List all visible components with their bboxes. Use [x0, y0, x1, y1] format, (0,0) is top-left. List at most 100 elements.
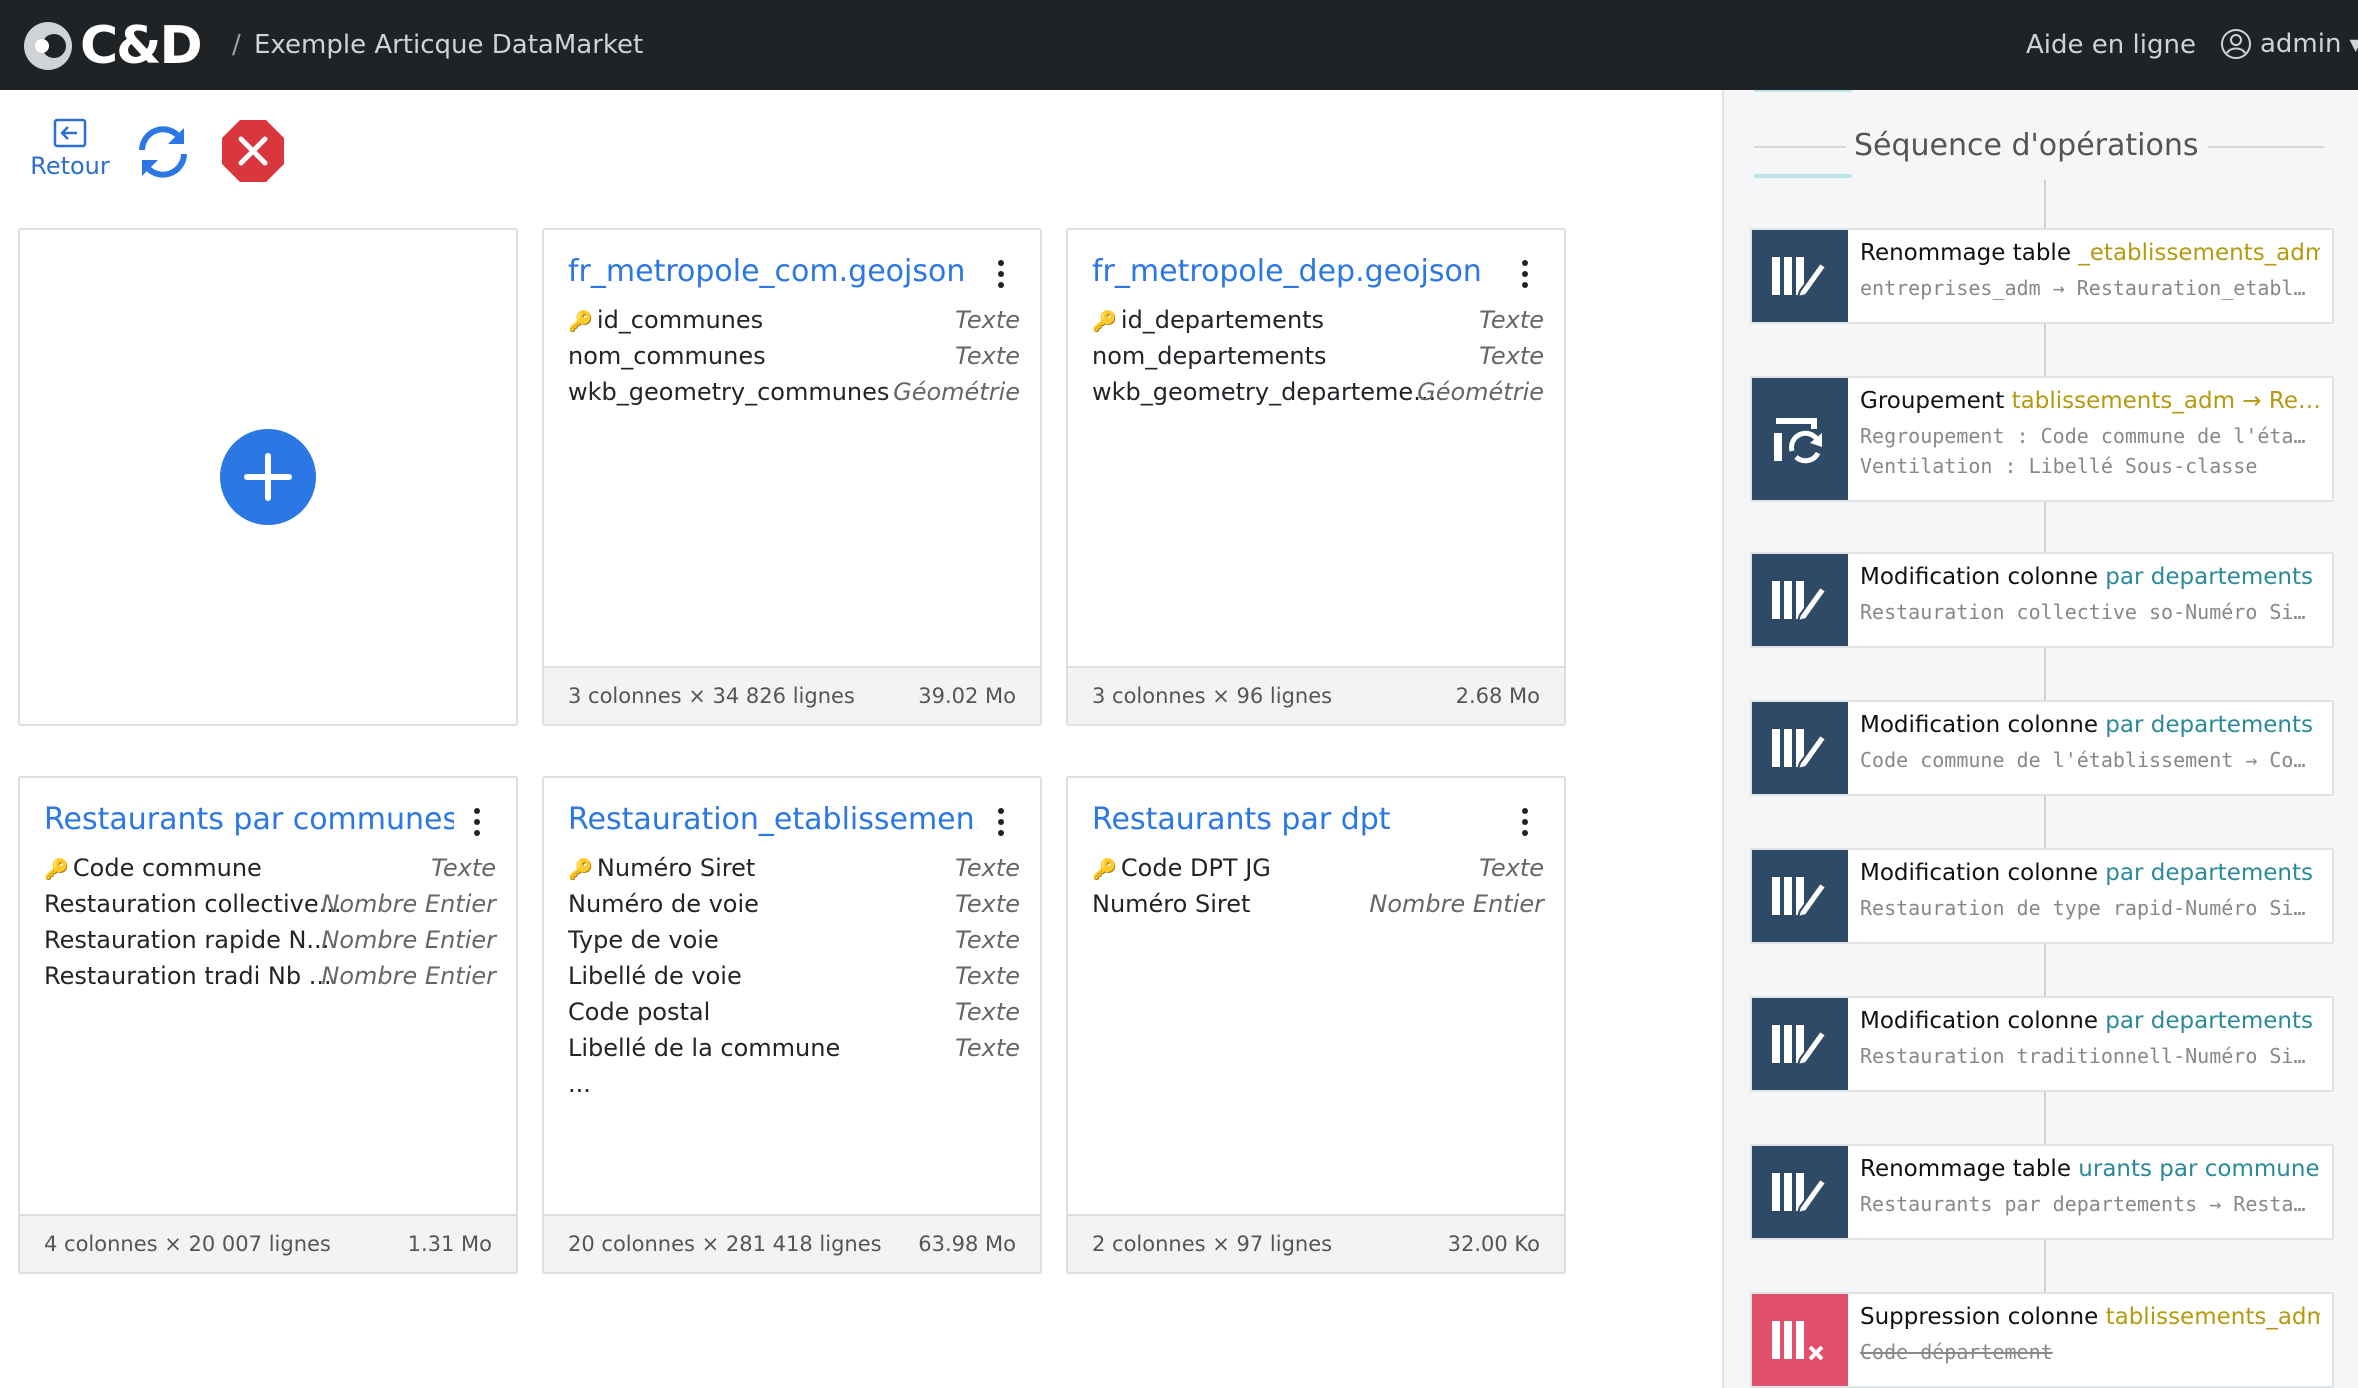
column-type: Texte — [955, 854, 1020, 882]
column-row: Libellé de la commune Texte — [568, 1034, 1020, 1070]
add-dataset-card[interactable] — [18, 228, 518, 726]
chevron-down-icon: ▼ — [2349, 34, 2358, 54]
operation-detail: Code département — [1860, 1340, 2053, 1364]
dataset-card[interactable]: fr_metropole_com.geojson 🔑 id_communes Tex… — [542, 228, 1042, 726]
operation-title: Suppression colonne — [1860, 1304, 2099, 1330]
operation-item[interactable]: Renommage table urants par communes Rest… — [1750, 1144, 2334, 1240]
operation-title: Modification colonne — [1860, 564, 2098, 590]
dataset-title[interactable]: Restaurants par communes — [44, 802, 454, 837]
operation-detail: Ventilation : Libellé Sous-classe — [1860, 454, 2258, 478]
column-list: 🔑 id_departements Texte nom_departements Te… — [1092, 306, 1544, 414]
column-row-more: ... — [568, 1070, 1020, 1106]
column-name: Code postal — [568, 998, 711, 1026]
dataset-title[interactable]: fr_metropole_com.geojson — [568, 254, 965, 289]
delete-column-icon — [1752, 1294, 1848, 1386]
column-name: ... — [568, 1070, 591, 1098]
column-name: Restauration tradi Nb ... — [44, 962, 332, 990]
dataset-card[interactable]: fr_metropole_dep.geojson 🔑 id_departement… — [1066, 228, 1566, 726]
column-type: Nombre Entier — [321, 926, 496, 954]
help-link[interactable]: Aide en ligne — [2026, 30, 2196, 60]
operation-item[interactable]: Suppression colonne tablissements_adm Co… — [1750, 1292, 2334, 1388]
panel-title: Séquence d'opérations — [1854, 128, 2199, 163]
operation-item[interactable]: Groupement tablissements_adm → Re… Regro… — [1750, 376, 2334, 502]
dataset-footer: 2 colonnes × 97 lignes 32.00 Ko — [1068, 1214, 1564, 1272]
operation-item[interactable]: Modification colonne par departements Re… — [1750, 552, 2334, 648]
kebab-menu-icon[interactable] — [1522, 260, 1528, 293]
column-name: id_communes — [596, 306, 764, 334]
column-row: Code postal Texte — [568, 998, 1020, 1034]
dataset-footer: 3 colonnes × 34 826 lignes 39.02 Mo — [544, 666, 1040, 724]
panel-header: Séquence d'opérations — [1754, 120, 2324, 170]
column-type: Texte — [431, 854, 496, 882]
breadcrumb-separator: / — [232, 30, 241, 60]
column-row: Libellé de voie Texte — [568, 962, 1020, 998]
operation-item[interactable]: Modification colonne par departements Re… — [1750, 996, 2334, 1092]
operation-detail: Code commune de l'établissement → Co… — [1860, 748, 2306, 772]
kebab-menu-icon[interactable] — [998, 260, 1004, 293]
dataset-card[interactable]: Restaurants par communes 🔑 Code commune Te… — [18, 776, 518, 1274]
column-row: 🔑 id_departements Texte — [1092, 306, 1544, 342]
kebab-menu-icon[interactable] — [1522, 808, 1528, 841]
edit-column-icon — [1752, 554, 1848, 646]
dataset-size: 32.00 Ko — [1447, 1232, 1540, 1256]
operation-title: Modification colonne — [1860, 1008, 2098, 1034]
column-list: 🔑 Numéro Siret Texte Numéro de voie Texte T… — [568, 854, 1020, 1106]
dataset-size: 1.31 Mo — [407, 1232, 492, 1256]
user-menu[interactable]: admin ▼ — [2220, 28, 2358, 60]
kebab-menu-icon[interactable] — [998, 808, 1004, 841]
operation-title: Renommage table — [1860, 1156, 2071, 1182]
column-list: 🔑 Code commune Texte Restauration collecti… — [44, 854, 496, 998]
operation-item[interactable]: Modification colonne par departements Re… — [1750, 848, 2334, 944]
rename-table-icon — [1752, 230, 1848, 322]
dataset-title[interactable]: fr_metropole_dep.geojson — [1092, 254, 1482, 289]
add-dataset-button[interactable] — [220, 429, 316, 525]
column-type: Texte — [955, 890, 1020, 918]
column-type: Géométrie — [1417, 378, 1544, 406]
app-logo[interactable]: C&D — [22, 20, 203, 72]
divider — [2208, 146, 2324, 148]
column-type: Texte — [955, 342, 1020, 370]
dataset-footer: 4 colonnes × 20 007 lignes 1.31 Mo — [20, 1214, 516, 1272]
column-type: Texte — [955, 998, 1020, 1026]
divider — [1754, 146, 1846, 148]
operation-subject: tablissements_adm — [2105, 1304, 2320, 1330]
column-row: 🔑 Numéro Siret Texte — [568, 854, 1020, 890]
dataset-card[interactable]: Restaurants par dpt 🔑 Code DPT JG Texte Nu… — [1066, 776, 1566, 1274]
dataset-footer: 20 colonnes × 281 418 lignes 63.98 Mo — [544, 1214, 1040, 1272]
column-type: Texte — [1479, 342, 1544, 370]
operation-title: Modification colonne — [1860, 712, 2098, 738]
column-row: Restauration collective... Nombre Entier — [44, 890, 496, 926]
dataset-dimensions: 20 colonnes × 281 418 lignes — [568, 1232, 882, 1256]
column-name: nom_departements — [1092, 342, 1327, 370]
refresh-button[interactable] — [132, 122, 194, 186]
edit-column-icon — [1752, 998, 1848, 1090]
column-name: id_departements — [1120, 306, 1325, 334]
column-row: wkb_geometry_departeme... Géométrie — [1092, 378, 1544, 414]
column-row: 🔑 Code DPT JG Texte — [1092, 854, 1544, 890]
back-button[interactable]: Retour — [30, 118, 110, 180]
column-name: Numéro Siret — [596, 854, 756, 882]
dataset-card[interactable]: Restauration_etablissemen... 🔑 Numéro Sir… — [542, 776, 1042, 1274]
column-row: Type de voie Texte — [568, 926, 1020, 962]
back-label: Retour — [30, 152, 110, 180]
kebab-menu-icon[interactable] — [474, 808, 480, 841]
stop-button[interactable] — [220, 118, 286, 188]
dataset-dimensions: 4 colonnes × 20 007 lignes — [44, 1232, 331, 1256]
column-name: Numéro Siret — [1092, 890, 1251, 918]
breadcrumb-project[interactable]: Exemple Articque DataMarket — [254, 30, 643, 60]
column-row: Numéro Siret Nombre Entier — [1092, 890, 1544, 926]
operations-panel[interactable]: Séquence d'opérations Renommage table _e… — [1722, 90, 2358, 1388]
key-icon: 🔑 — [1092, 309, 1117, 333]
operation-item[interactable]: Modification colonne par departements Co… — [1750, 700, 2334, 796]
dataset-title[interactable]: Restaurants par dpt — [1092, 802, 1391, 837]
operation-item[interactable]: Renommage table _etablissements_adm entr… — [1750, 228, 2334, 324]
dataset-title[interactable]: Restauration_etablissemen... — [568, 802, 978, 837]
column-row: nom_communes Texte — [568, 342, 1020, 378]
operation-title: Modification colonne — [1860, 860, 2098, 886]
key-icon: 🔑 — [44, 857, 69, 881]
column-row: wkb_geometry_communes Géométrie — [568, 378, 1020, 414]
column-row: Restauration rapide N... Nombre Entier — [44, 926, 496, 962]
plus-icon — [244, 453, 292, 501]
dataset-dimensions: 3 colonnes × 96 lignes — [1092, 684, 1333, 708]
column-type: Nombre Entier — [321, 962, 496, 990]
